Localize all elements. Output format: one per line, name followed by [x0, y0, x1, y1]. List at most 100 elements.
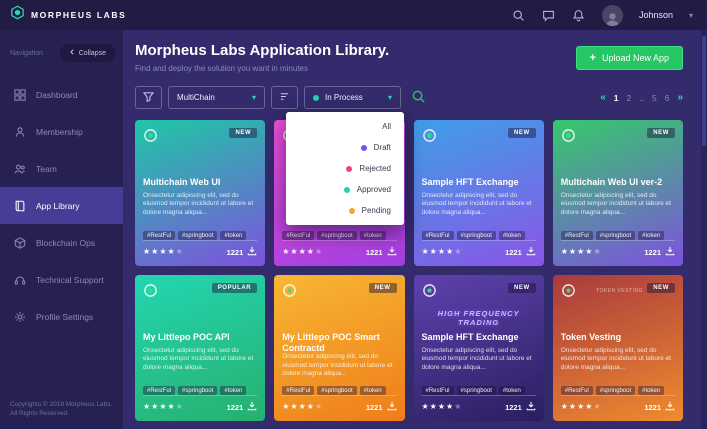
search-icon — [411, 89, 426, 107]
morpheus-logo-icon — [10, 5, 25, 25]
app-card[interactable]: POPULAR My Littlepo POC API Onsectetur a… — [135, 275, 266, 421]
app-target-icon — [422, 128, 437, 148]
pagination-page-6[interactable]: 6 — [665, 93, 670, 103]
sort-icon — [279, 90, 290, 105]
pagination-next[interactable]: » — [677, 92, 683, 103]
pagination-page-2[interactable]: 2 — [627, 93, 632, 103]
card-badge: NEW — [647, 283, 675, 293]
tag[interactable]: #springboot — [456, 231, 496, 240]
avatar[interactable] — [601, 4, 623, 26]
rating-stars: ★★★★★ — [421, 402, 463, 411]
notifications-icon[interactable] — [572, 8, 586, 22]
tag[interactable]: #springboot — [178, 386, 218, 395]
chevron-down-icon: ▾ — [387, 93, 392, 102]
tag[interactable]: #RestFul — [560, 231, 593, 240]
user-name[interactable]: Johnson — [639, 10, 673, 20]
scrollbar-thumb[interactable] — [702, 36, 706, 146]
card-title: Token Vesting — [560, 332, 622, 342]
tag[interactable]: #springboot — [317, 386, 357, 395]
headset-icon — [13, 273, 26, 286]
pagination-prev[interactable]: « — [600, 92, 606, 103]
search-button[interactable] — [407, 87, 429, 109]
collapse-label: Collapse — [78, 49, 106, 57]
filter-icon — [142, 90, 155, 105]
download-icon — [387, 246, 397, 258]
sidebar-item-technical-support[interactable]: Technical Support — [0, 261, 123, 298]
sidebar-item-blockchain-ops[interactable]: Blockchain Ops — [0, 224, 123, 261]
tag[interactable]: #RestFul — [421, 386, 454, 395]
tag[interactable]: #token — [220, 231, 247, 240]
menu-item-all[interactable]: All — [286, 116, 404, 137]
tag[interactable]: #springboot — [595, 386, 636, 395]
app-card[interactable]: NEW Multichain Web UI Onsectetur adipisc… — [135, 120, 266, 266]
tag[interactable]: #RestFul — [282, 231, 315, 240]
tag[interactable]: #springboot — [178, 231, 218, 240]
app-target-icon — [422, 283, 437, 303]
menu-item-draft[interactable]: Draft — [286, 137, 404, 158]
filter-button[interactable] — [135, 86, 162, 109]
tag[interactable]: #token — [359, 231, 386, 240]
brand[interactable]: MORPHEUS LABS — [10, 5, 126, 25]
sort-button[interactable] — [271, 86, 298, 109]
tag[interactable]: #RestFul — [282, 386, 315, 395]
rating-stars: ★★★★★ — [421, 247, 463, 256]
tag[interactable]: #RestFul — [143, 386, 176, 395]
card-title: Multichain Web UI — [143, 177, 221, 187]
menu-item-pending[interactable]: Pending — [286, 200, 404, 221]
sidebar-item-label: Dashboard — [36, 89, 78, 100]
app-target-icon — [143, 283, 158, 303]
collapse-button[interactable]: Collapse — [59, 44, 115, 62]
upload-label: Upload New App — [601, 53, 669, 63]
tag[interactable]: #RestFul — [421, 231, 454, 240]
sidebar-item-dashboard[interactable]: Dashboard — [0, 76, 123, 113]
card-description: Onsectetur adipiscing elit, sed do eiusm… — [143, 347, 254, 371]
tag[interactable]: #springboot — [456, 386, 496, 395]
chain-select-value: MultiChain — [177, 93, 215, 102]
sidebar-item-team[interactable]: Team — [0, 150, 123, 187]
chain-select[interactable]: MultiChain ▾ — [168, 86, 265, 109]
app-card[interactable]: NEW My Littlepo POC Smart Contractd Onse… — [274, 275, 405, 421]
sidebar-item-membership[interactable]: Membership — [0, 113, 123, 150]
search-icon[interactable] — [512, 8, 526, 22]
menu-item-approved[interactable]: Approved — [286, 179, 404, 200]
dashboard-icon — [13, 88, 26, 101]
download-icon — [526, 246, 536, 258]
app-card[interactable]: NEW Sample HFT Exchange Onsectetur adipi… — [413, 120, 544, 266]
scrollbar[interactable] — [701, 30, 707, 429]
pagination-page-5[interactable]: 5 — [652, 93, 657, 103]
app-card[interactable]: NEW Multichain Web UI ver-2 Onsectetur a… — [552, 120, 683, 266]
sidebar-item-app-library[interactable]: App Library — [0, 187, 123, 224]
download-icon — [665, 401, 675, 413]
tag[interactable]: #RestFul — [560, 386, 593, 395]
tag[interactable]: #springboot — [317, 231, 357, 240]
chevron-down-icon[interactable]: ▾ — [689, 11, 693, 20]
tag[interactable]: #token — [220, 386, 247, 395]
upload-new-app-button[interactable]: + Upload New App — [575, 46, 683, 70]
person-icon — [13, 125, 26, 138]
status-select[interactable]: In Process ▾ All Draft Rejected Approved… — [286, 86, 404, 225]
tag[interactable]: #RestFul — [143, 231, 176, 240]
gear-icon — [13, 310, 26, 323]
tag[interactable]: #springboot — [595, 231, 636, 240]
messages-icon[interactable] — [542, 8, 556, 22]
download-count: 1221 — [644, 247, 661, 257]
sidebar-item-profile-settings[interactable]: Profile Settings — [0, 298, 123, 335]
tag[interactable]: #token — [498, 231, 525, 240]
nav-section-label: Navigation — [10, 49, 44, 57]
status-dot — [313, 94, 319, 101]
menu-item-rejected[interactable]: Rejected — [286, 158, 404, 179]
status-dot — [346, 165, 353, 172]
tag[interactable]: #token — [359, 386, 386, 395]
chevron-down-icon: ▾ — [251, 93, 256, 102]
app-target-icon — [282, 283, 297, 303]
tag[interactable]: #token — [638, 386, 665, 395]
tag[interactable]: #token — [638, 231, 665, 240]
copyright-line2: All Rights Reserved. — [10, 410, 69, 418]
app-card[interactable]: NEW TOKEN VESTING Token Vesting Onsectet… — [552, 275, 683, 421]
sidebar-nav: Dashboard Membership Team App Library Bl… — [0, 76, 123, 335]
status-select-value: In Process — [325, 93, 363, 102]
pagination-page-1[interactable]: 1 — [614, 93, 619, 103]
tag[interactable]: #token — [498, 386, 525, 395]
app-card[interactable]: NEW HIGH FREQUENCY TRADING Sample HFT Ex… — [413, 275, 544, 421]
download-count: 1221 — [505, 402, 522, 412]
